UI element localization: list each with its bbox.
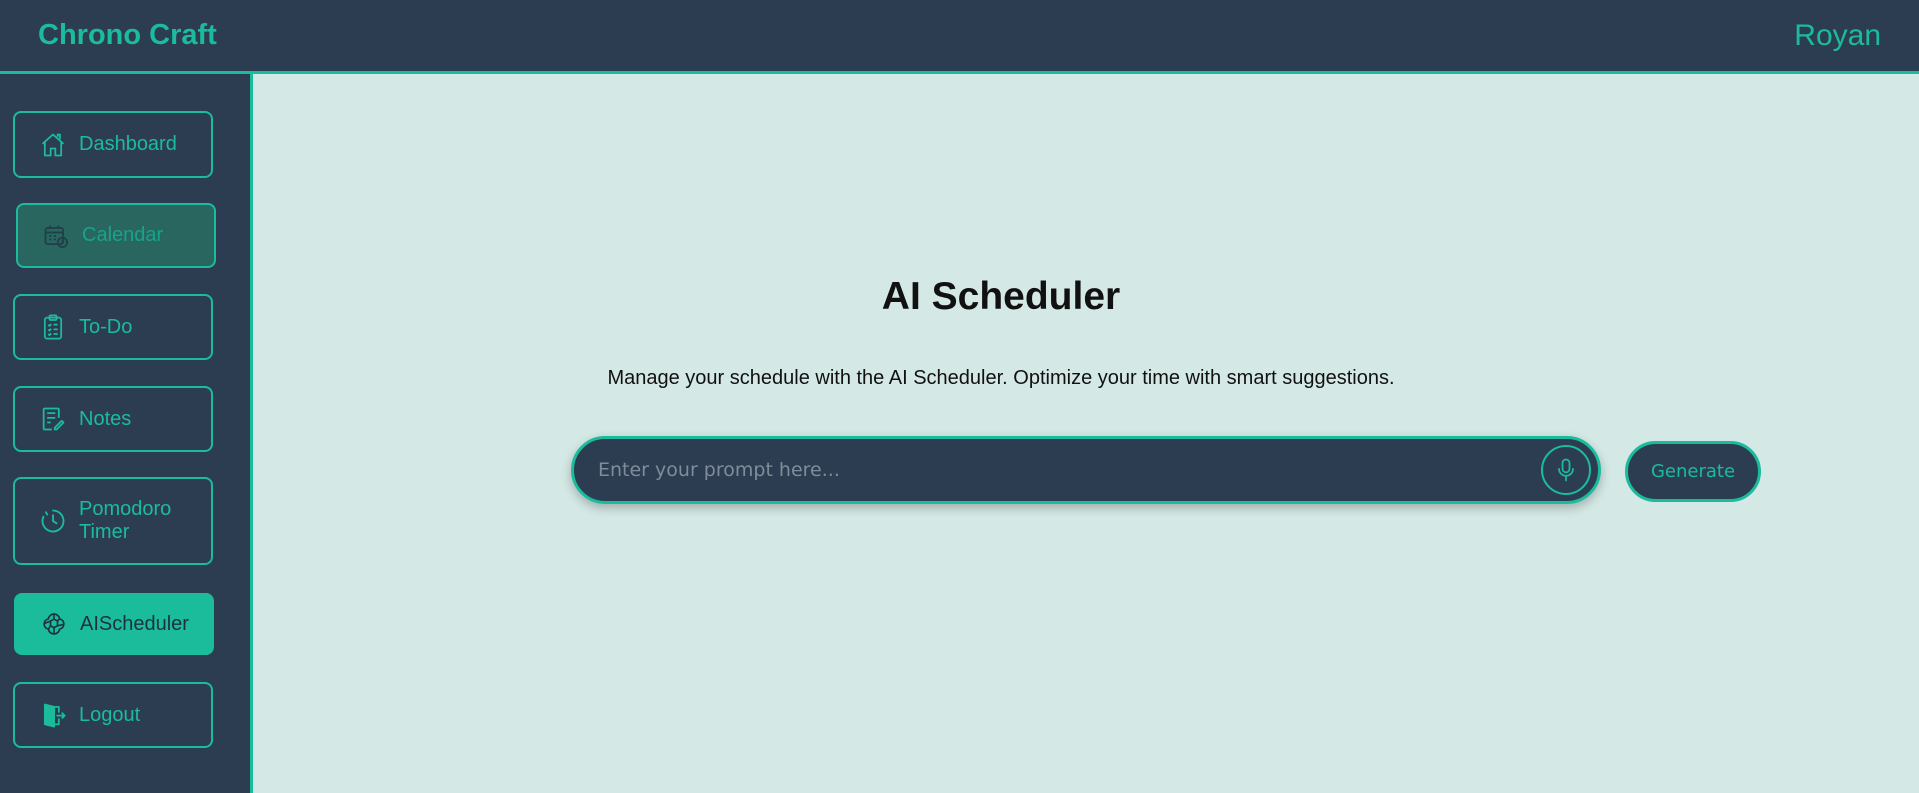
sidebar-item-label: AIScheduler — [80, 612, 189, 635]
sidebar-item-notes[interactable]: Notes — [13, 386, 213, 452]
generate-button[interactable]: Generate — [1625, 441, 1761, 502]
sidebar-item-logout[interactable]: Logout — [13, 682, 213, 748]
note-edit-icon — [39, 405, 67, 433]
door-exit-icon — [39, 701, 67, 729]
timer-icon — [39, 507, 67, 535]
main-content: AI Scheduler Manage your schedule with t… — [253, 77, 1919, 793]
sidebar-item-pomodoro-timer[interactable]: Pomodoro Timer — [13, 477, 213, 565]
microphone-icon — [1558, 458, 1574, 482]
sidebar-item-dashboard[interactable]: Dashboard — [13, 111, 213, 178]
sidebar-item-label: To-Do — [79, 315, 133, 338]
openai-icon — [40, 610, 68, 638]
sidebar-item-label: Dashboard — [79, 133, 177, 155]
sidebar-item-label: Logout — [79, 703, 141, 726]
prompt-bar — [571, 436, 1601, 504]
sidebar-item-calendar[interactable]: Calendar — [16, 203, 216, 268]
top-bar: Chrono Craft Royan — [0, 0, 1919, 74]
sidebar-item-todo[interactable]: To-Do — [13, 294, 213, 360]
home-icon — [39, 131, 67, 159]
microphone-button[interactable] — [1541, 445, 1591, 495]
sidebar-item-label: Calendar — [82, 224, 164, 246]
sidebar-item-aischeduler[interactable]: AIScheduler — [14, 593, 214, 655]
page-description: Manage your schedule with the AI Schedul… — [607, 367, 1395, 389]
calendar-clock-icon — [42, 222, 70, 250]
app-brand[interactable]: Chrono Craft — [38, 19, 217, 52]
sidebar: Dashboard Calendar To-Do Notes Pomodoro … — [0, 74, 253, 793]
sidebar-item-label: Pomodoro Timer — [79, 498, 172, 543]
page-title: AI Scheduler — [881, 275, 1121, 318]
sidebar-item-label: Notes — [79, 407, 132, 430]
user-name[interactable]: Royan — [1794, 19, 1881, 53]
clipboard-list-icon — [39, 313, 67, 341]
prompt-input[interactable] — [574, 439, 1541, 501]
